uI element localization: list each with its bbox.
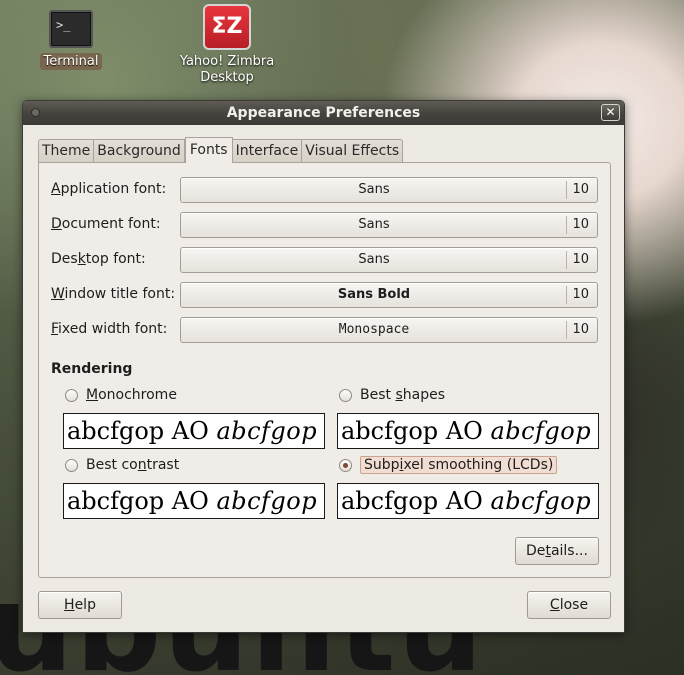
monochrome-radio[interactable]: Monochrome xyxy=(65,387,177,403)
window-title: Appearance Preferences xyxy=(226,105,421,121)
zimbra-desktop-icon[interactable]: ΣZ Yahoo! Zimbra Desktop xyxy=(172,4,282,86)
desktop-font-label: Desktop font: xyxy=(51,251,146,267)
tab-visual-effects[interactable]: Visual Effects xyxy=(302,139,404,163)
fixed-width-font-name: Monospace xyxy=(338,322,410,337)
fixed-width-font-button[interactable]: Monospace 10 xyxy=(180,317,598,343)
window-title-font-name: Sans Bold xyxy=(337,287,411,302)
font-button-separator xyxy=(566,251,567,269)
fixed-width-font-label: Fixed width font: xyxy=(51,321,168,337)
window-title-font-button[interactable]: Sans Bold 10 xyxy=(180,282,598,308)
tab-fonts[interactable]: Fonts xyxy=(184,137,233,163)
best-contrast-label: Best contrast xyxy=(86,457,180,473)
terminal-desktop-icon[interactable]: >_ Terminal xyxy=(34,10,108,70)
best-contrast-radio-dot[interactable] xyxy=(65,458,78,472)
application-font-button[interactable]: Sans 10 xyxy=(180,177,598,203)
best-contrast-sample[interactable]: abcfgop AO abcfgop xyxy=(63,483,325,519)
subpixel-label: Subpixel smoothing (LCDs) xyxy=(360,456,558,474)
document-font-name: Sans xyxy=(358,217,390,232)
help-button[interactable]: Help xyxy=(38,591,122,619)
tab-bar: Theme Background Fonts Interface Visual … xyxy=(38,137,404,163)
fonts-panel: Application font: Sans 10 Document font:… xyxy=(38,162,611,578)
subpixel-radio-dot[interactable] xyxy=(339,458,352,472)
desktop-font-button[interactable]: Sans 10 xyxy=(180,247,598,273)
sample-regular-text: abcfgop AO xyxy=(67,487,217,515)
window-title-font-row: Window title font: Sans Bold 10 xyxy=(51,282,599,308)
sample-italic-text: abcfgop xyxy=(490,487,592,515)
details-button[interactable]: Details... xyxy=(515,537,599,565)
monochrome-radio-dot[interactable] xyxy=(65,388,78,402)
zimbra-icon: ΣZ xyxy=(203,4,251,50)
font-button-separator xyxy=(566,286,567,304)
best-shapes-sample[interactable]: abcfgop AO abcfgop xyxy=(337,413,599,449)
terminal-icon: >_ xyxy=(49,10,93,48)
fixed-width-font-row: Fixed width font: Monospace 10 xyxy=(51,317,599,343)
sample-regular-text: abcfgop AO xyxy=(67,417,217,445)
tab-interface[interactable]: Interface xyxy=(232,139,303,163)
desktop-font-name: Sans xyxy=(358,252,390,267)
sample-regular-text: abcfgop AO xyxy=(341,417,491,445)
document-font-button[interactable]: Sans 10 xyxy=(180,212,598,238)
tab-theme[interactable]: Theme xyxy=(38,139,95,163)
application-font-label: Application font: xyxy=(51,181,167,197)
document-font-size: 10 xyxy=(572,217,589,232)
application-font-size: 10 xyxy=(572,182,589,197)
window-title-font-label: Window title font: xyxy=(51,286,176,302)
subpixel-smoothing-radio[interactable]: Subpixel smoothing (LCDs) xyxy=(339,456,558,474)
monochrome-label: Monochrome xyxy=(86,387,177,403)
window-titlebar[interactable]: Appearance Preferences ✕ xyxy=(23,101,624,125)
desktop-font-row: Desktop font: Sans 10 xyxy=(51,247,599,273)
terminal-icon-label: Terminal xyxy=(39,53,103,70)
best-contrast-radio[interactable]: Best contrast xyxy=(65,457,179,473)
font-button-separator xyxy=(566,181,567,199)
best-shapes-label: Best shapes xyxy=(360,387,445,403)
sample-italic-text: abcfgop xyxy=(216,417,318,445)
best-shapes-radio-dot[interactable] xyxy=(339,388,352,402)
rendering-heading: Rendering xyxy=(51,361,133,377)
zimbra-label-line1: Yahoo! Zimbra xyxy=(179,54,275,69)
window-close-button[interactable]: ✕ xyxy=(601,104,620,121)
window-title-font-size: 10 xyxy=(572,287,589,302)
subpixel-sample[interactable]: abcfgop AO abcfgop xyxy=(337,483,599,519)
font-button-separator xyxy=(566,216,567,234)
zimbra-icon-label: Yahoo! Zimbra Desktop xyxy=(172,54,282,86)
application-font-row: Application font: Sans 10 xyxy=(51,177,599,203)
application-font-name: Sans xyxy=(358,182,390,197)
best-shapes-radio[interactable]: Best shapes xyxy=(339,387,445,403)
tab-background[interactable]: Background xyxy=(94,139,185,163)
desktop-font-size: 10 xyxy=(572,252,589,267)
font-button-separator xyxy=(566,321,567,339)
zimbra-label-line2: Desktop xyxy=(200,70,254,85)
appearance-preferences-window: Appearance Preferences ✕ Theme Backgroun… xyxy=(22,100,625,633)
sample-regular-text: abcfgop AO xyxy=(341,487,491,515)
document-font-label: Document font: xyxy=(51,216,161,232)
fixed-width-font-size: 10 xyxy=(572,322,589,337)
sample-italic-text: abcfgop xyxy=(216,487,318,515)
window-menu-icon[interactable] xyxy=(31,108,40,117)
close-button[interactable]: Close xyxy=(527,591,611,619)
document-font-row: Document font: Sans 10 xyxy=(51,212,599,238)
sample-italic-text: abcfgop xyxy=(490,417,592,445)
monochrome-sample[interactable]: abcfgop AO abcfgop xyxy=(63,413,325,449)
